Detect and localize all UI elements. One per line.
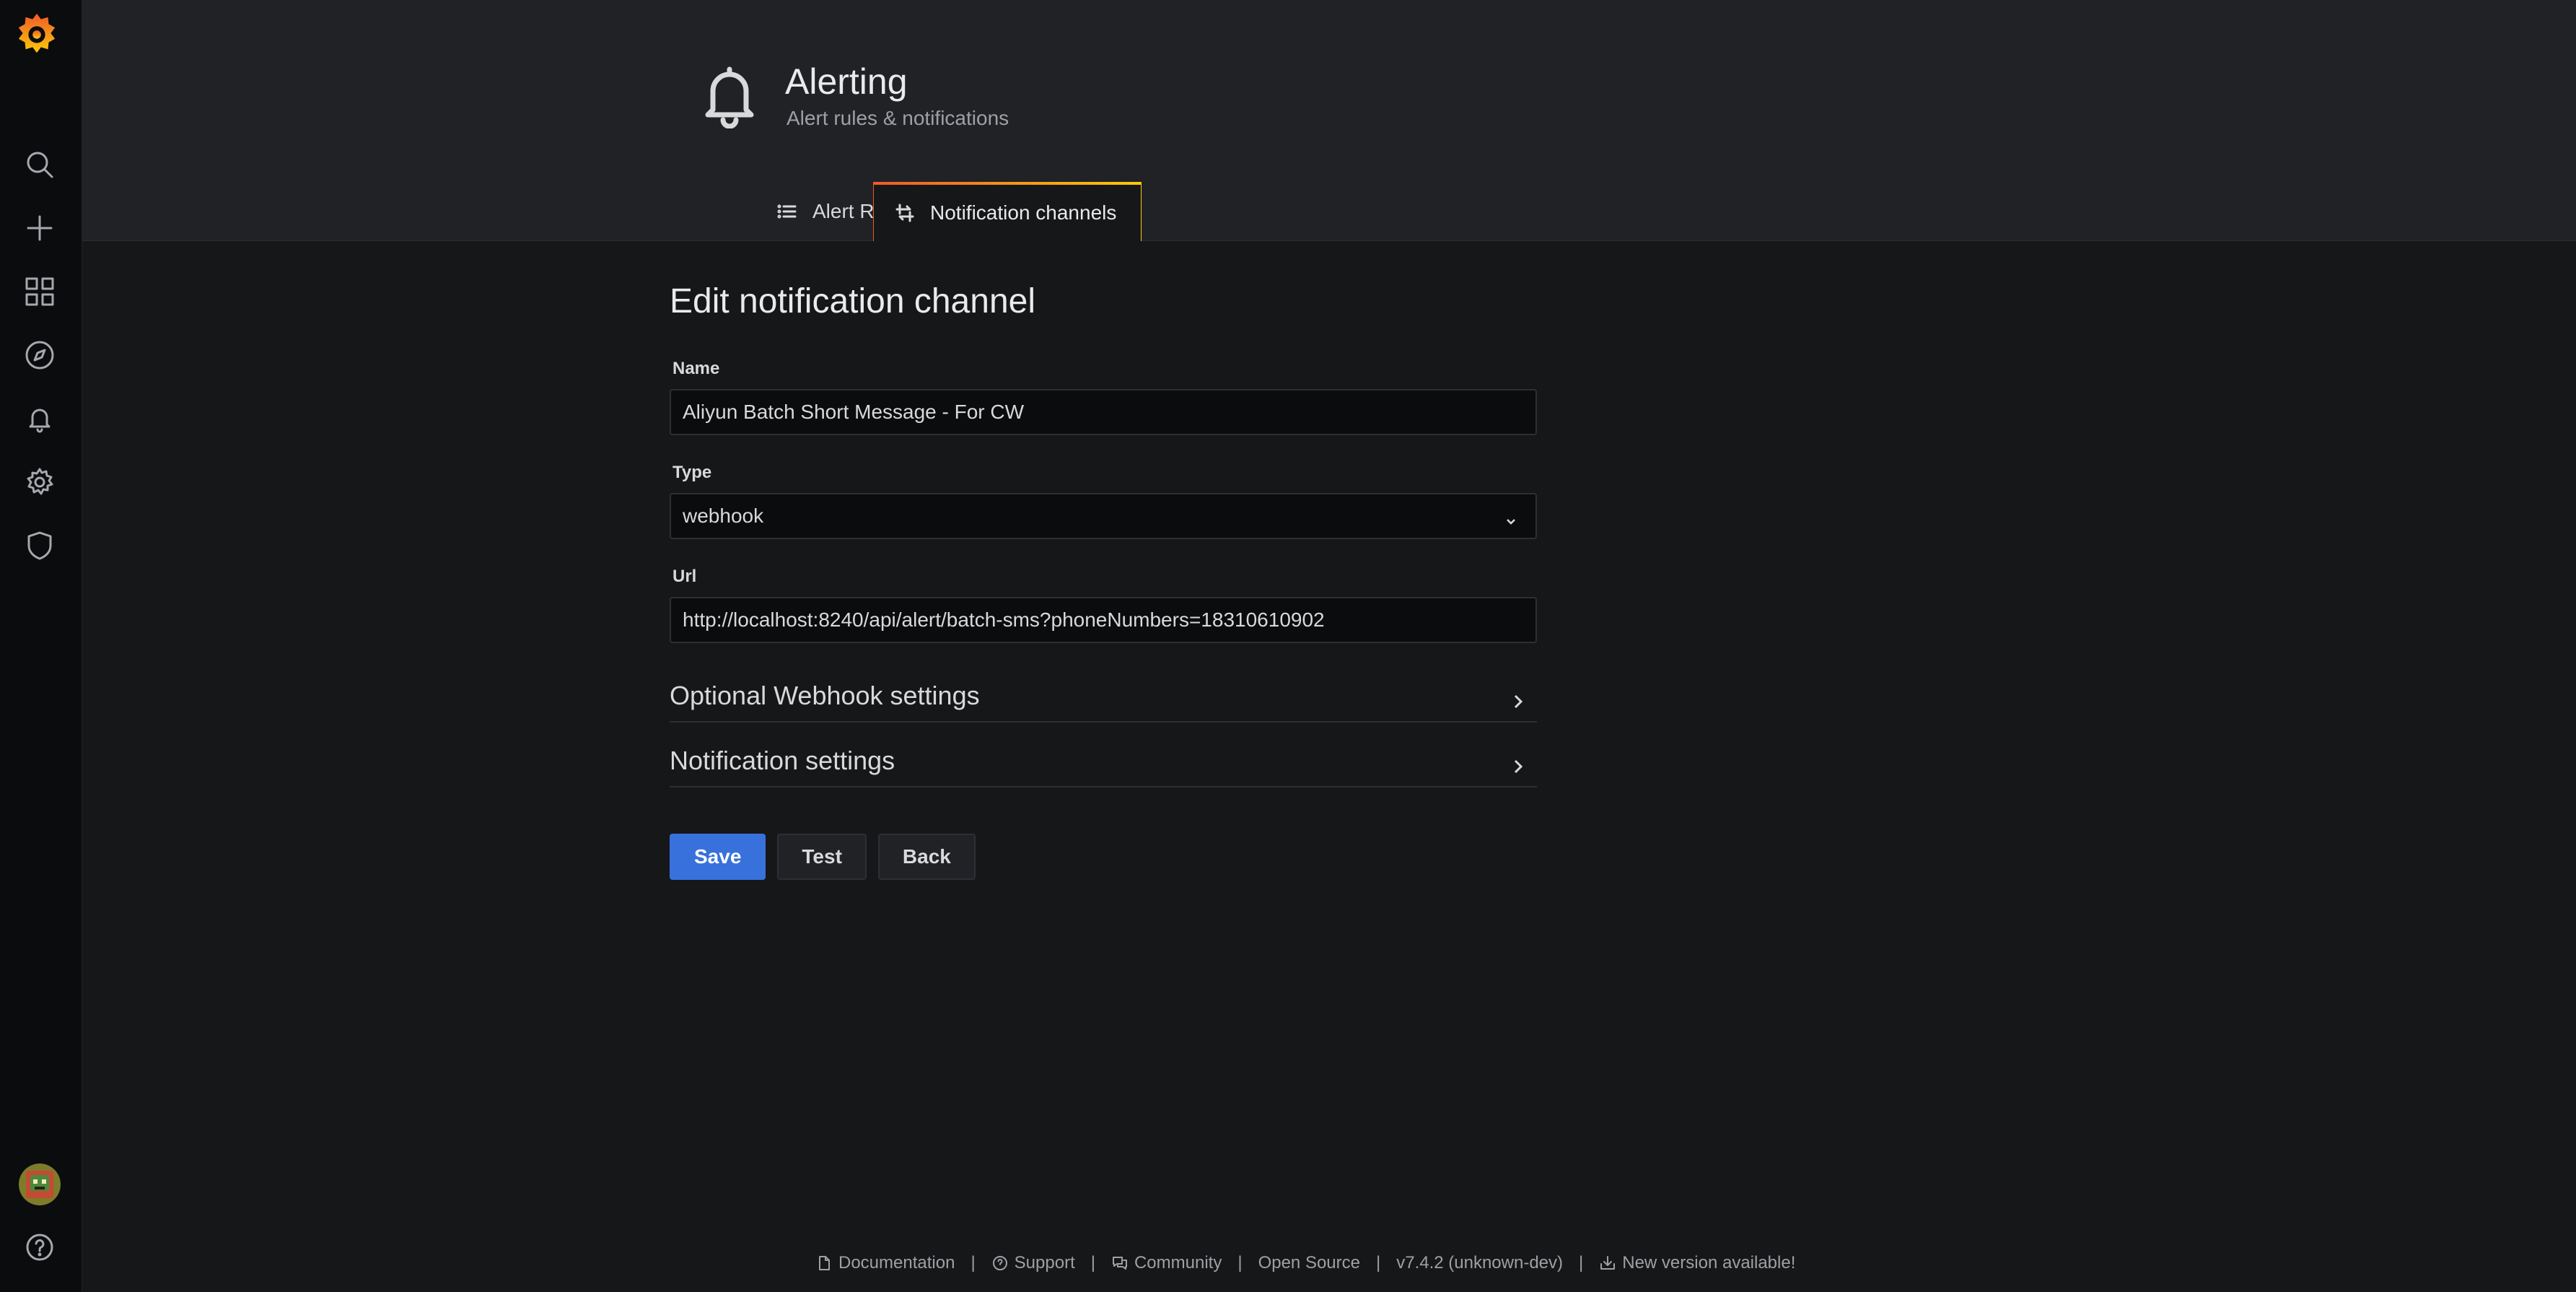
edit-channel-form: Edit notification channel Name Type webh… [670, 281, 1538, 880]
version-text: v7.4.2 (unknown-dev) [1396, 1253, 1564, 1273]
tab-notification-channels[interactable]: Notification channels [873, 182, 1142, 241]
page-title: Alerting [785, 61, 908, 102]
name-label: Name [673, 359, 720, 378]
form-actions: Save Test Back [670, 834, 1538, 880]
bell-icon[interactable] [21, 400, 58, 437]
support-link[interactable]: Support [991, 1253, 1075, 1273]
optional-webhook-settings-section[interactable]: Optional Webhook settings [670, 658, 1537, 723]
link-label: Open Source [1258, 1253, 1360, 1273]
name-input[interactable] [683, 401, 1524, 424]
section-title: Notification settings [670, 746, 895, 775]
chevron-right-icon [1508, 753, 1528, 774]
separator: | [1090, 1253, 1095, 1273]
url-field[interactable] [670, 597, 1537, 643]
open-source-link[interactable]: Open Source [1258, 1253, 1360, 1273]
separator: | [971, 1253, 976, 1273]
page-subtitle: Alert rules & notifications [787, 107, 1009, 129]
shield-icon[interactable] [21, 527, 58, 564]
type-value: webhook [683, 505, 764, 527]
footer: Documentation | Support | Community | Op… [815, 1253, 1795, 1273]
notification-settings-section[interactable]: Notification settings [670, 723, 1537, 787]
back-button[interactable]: Back [877, 834, 976, 880]
dashboards-icon[interactable] [21, 273, 58, 310]
sidebar [0, 0, 82, 1292]
form-title: Edit notification channel [670, 282, 1035, 320]
separator: | [1237, 1253, 1243, 1273]
link-label: Support [1014, 1253, 1075, 1273]
download-icon [1600, 1256, 1616, 1270]
tab-label: Notification channels [930, 201, 1117, 224]
document-icon [819, 1256, 830, 1270]
link-label: Documentation [838, 1253, 955, 1273]
version-label: v7.4.2 (unknown-dev) [1396, 1253, 1563, 1273]
url-label: Url [673, 567, 697, 586]
link-label: Community [1134, 1253, 1222, 1273]
test-button[interactable]: Test [777, 834, 867, 880]
chevron-down-icon [1504, 510, 1518, 525]
help-icon[interactable] [21, 1228, 58, 1266]
new-version-link[interactable]: New version available! [1599, 1253, 1795, 1273]
gear-icon[interactable] [21, 463, 58, 501]
documentation-link[interactable]: Documentation [815, 1253, 955, 1273]
avatar[interactable] [19, 1164, 61, 1205]
list-icon [777, 204, 797, 219]
bell-icon [698, 62, 761, 129]
name-field[interactable] [670, 389, 1537, 435]
separator: | [1579, 1253, 1584, 1273]
explore-compass-icon[interactable] [21, 336, 58, 374]
search-icon[interactable] [21, 146, 58, 183]
separator: | [1375, 1253, 1381, 1273]
question-circle-icon [992, 1256, 1007, 1270]
url-input[interactable] [683, 608, 1524, 632]
plus-icon[interactable] [21, 209, 58, 247]
grafana-logo-icon[interactable] [14, 10, 59, 56]
community-link[interactable]: Community [1111, 1253, 1222, 1273]
chevron-right-icon [1508, 688, 1528, 709]
save-button[interactable]: Save [670, 834, 766, 880]
link-label: New version available! [1622, 1253, 1796, 1273]
type-select[interactable]: webhook [670, 493, 1537, 539]
type-label: Type [673, 463, 712, 482]
comments-icon [1112, 1257, 1127, 1270]
channels-icon [895, 204, 914, 222]
page-header: Alerting Alert rules & notifications Ale… [82, 0, 2576, 241]
section-title: Optional Webhook settings [670, 681, 980, 710]
